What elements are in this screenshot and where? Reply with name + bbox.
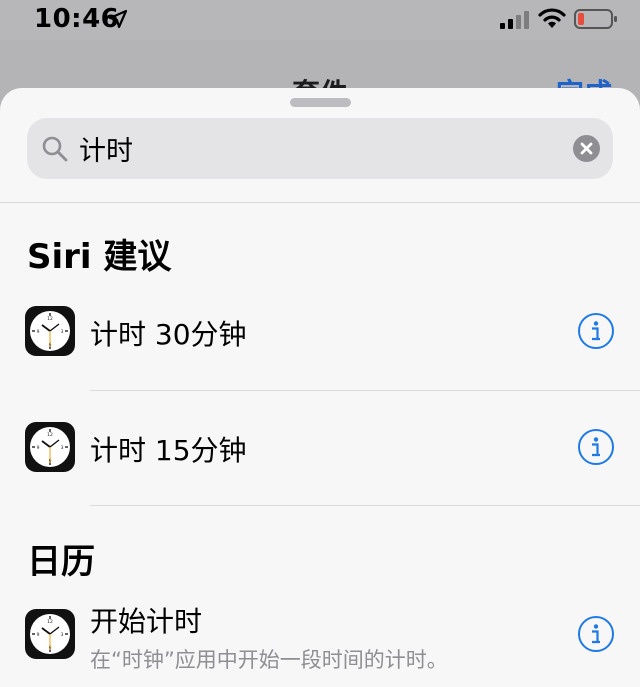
svg-text:12: 12 xyxy=(47,432,53,438)
row-separator xyxy=(90,505,640,506)
clock-app-icon: 12369 xyxy=(25,609,75,659)
clock-app-icon: 12369 xyxy=(25,306,75,356)
search-icon xyxy=(42,136,68,162)
info-icon[interactable] xyxy=(577,615,615,653)
clear-search-button[interactable] xyxy=(573,135,600,162)
svg-text:3: 3 xyxy=(61,445,64,451)
search-bar[interactable] xyxy=(27,118,613,179)
status-time: 10:46 xyxy=(34,4,120,34)
action-row-timer-30[interactable]: 12369 计时 30分钟 xyxy=(0,275,640,391)
action-subtitle: 在“时钟”应用中开始一段时间的计时。 xyxy=(90,648,448,672)
sheet-grabber[interactable] xyxy=(290,98,351,107)
location-arrow-icon xyxy=(108,9,128,29)
svg-text:9: 9 xyxy=(37,632,40,638)
action-title: 计时 15分钟 xyxy=(90,434,247,467)
svg-text:12: 12 xyxy=(47,316,53,322)
info-icon[interactable] xyxy=(577,312,615,350)
cellular-signal-icon xyxy=(500,11,529,29)
search-divider xyxy=(0,202,640,203)
svg-text:3: 3 xyxy=(61,329,64,335)
action-row-timer-15[interactable]: 12369 计时 15分钟 xyxy=(0,391,640,507)
svg-text:3: 3 xyxy=(61,632,64,638)
action-row-start-timer[interactable]: 12369 开始计时 在“时钟”应用中开始一段时间的计时。 xyxy=(0,588,640,687)
status-bar: 10:46 xyxy=(0,0,640,40)
search-input[interactable] xyxy=(79,129,559,167)
svg-text:9: 9 xyxy=(37,329,40,335)
section-header-siri-suggestions: Siri 建议 xyxy=(27,237,172,277)
clock-app-icon: 12369 xyxy=(25,422,75,472)
close-icon xyxy=(580,142,593,155)
battery-low-icon xyxy=(574,9,617,29)
action-title: 开始计时 xyxy=(90,605,203,638)
info-icon[interactable] xyxy=(577,428,615,466)
action-title: 计时 30分钟 xyxy=(90,318,247,351)
svg-text:9: 9 xyxy=(37,445,40,451)
wifi-icon xyxy=(538,8,566,28)
svg-text:12: 12 xyxy=(47,619,53,625)
section-header-calendar: 日历 xyxy=(27,542,95,582)
action-picker-sheet: Siri 建议 12369 计时 30分钟 xyxy=(0,88,640,687)
